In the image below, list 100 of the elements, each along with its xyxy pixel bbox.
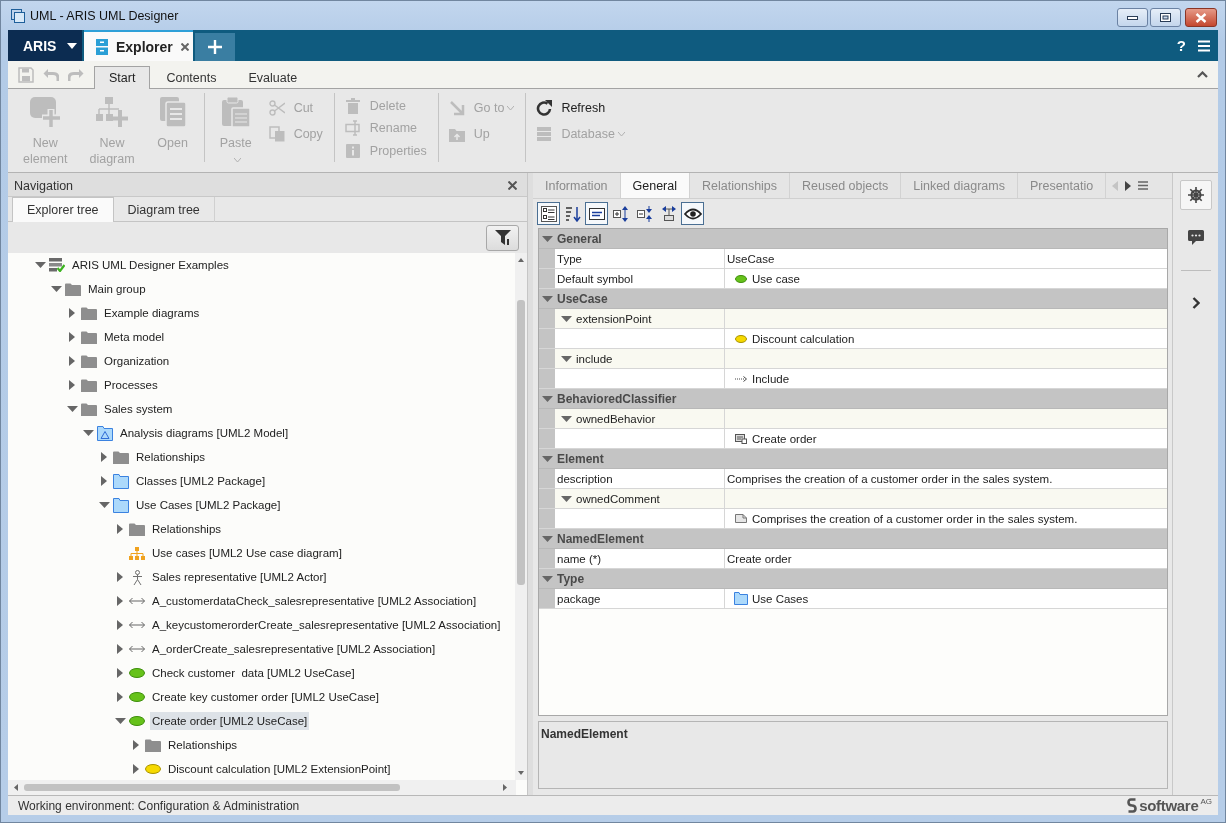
caret-right-icon[interactable] bbox=[117, 620, 123, 630]
section-header[interactable]: Type bbox=[539, 569, 1167, 589]
properties-tab[interactable]: General bbox=[620, 173, 690, 198]
caret-right-icon[interactable] bbox=[117, 692, 123, 702]
tree-item[interactable]: Analysis diagrams [UML2 Model] bbox=[118, 424, 291, 442]
caret-down-icon[interactable] bbox=[542, 235, 553, 242]
filter-button[interactable] bbox=[486, 224, 519, 251]
caret-right-icon[interactable] bbox=[117, 644, 123, 654]
section-header[interactable]: NamedElement bbox=[539, 529, 1167, 549]
caret-down-icon[interactable] bbox=[34, 262, 46, 268]
property-value[interactable]: Comprises the creation of a customer order in the sales system. bbox=[727, 472, 1053, 485]
tree-item[interactable]: Classes [UML2 Package] bbox=[134, 472, 268, 490]
trash-icon bbox=[344, 98, 361, 115]
section-header[interactable]: BehavioredClassifier bbox=[539, 389, 1167, 409]
caret-down-icon[interactable] bbox=[542, 395, 553, 402]
tree-item[interactable]: Example diagrams bbox=[102, 304, 202, 322]
caret-right-icon[interactable] bbox=[117, 572, 123, 582]
minimize-button[interactable] bbox=[1117, 8, 1148, 27]
caret-right-icon[interactable] bbox=[101, 476, 107, 486]
app-tab[interactable]: Explorer bbox=[84, 30, 193, 61]
caret-down-icon[interactable] bbox=[98, 502, 110, 508]
tree-item[interactable]: Sales representative [UML2 Actor] bbox=[150, 568, 329, 586]
caret-up-icon[interactable] bbox=[1197, 71, 1208, 78]
tree-item[interactable]: Create order [UML2 UseCase] bbox=[150, 712, 310, 730]
tree-item[interactable]: Meta model bbox=[102, 328, 167, 346]
vertical-scrollbar[interactable] bbox=[515, 253, 527, 780]
folder-icon bbox=[113, 450, 129, 464]
caret-down-icon[interactable] bbox=[542, 535, 553, 542]
close-button[interactable] bbox=[1185, 8, 1217, 27]
caret-down-icon[interactable] bbox=[82, 430, 94, 436]
property-value[interactable]: Comprises the creation of a customer order in the sales system. bbox=[752, 512, 1078, 525]
tree-item[interactable]: Sales system bbox=[102, 400, 175, 418]
caret-right-icon[interactable] bbox=[133, 740, 139, 750]
caret-down-icon[interactable] bbox=[66, 406, 78, 412]
tree-item[interactable]: ARIS UML Designer Examples bbox=[70, 256, 231, 274]
tree-item[interactable]: Relationships bbox=[166, 736, 240, 754]
tree-item[interactable]: Processes bbox=[102, 376, 160, 394]
tree-item[interactable]: Organization bbox=[102, 352, 172, 370]
property-value[interactable]: UseCase bbox=[727, 252, 775, 265]
tree-item[interactable]: Main group bbox=[86, 280, 148, 298]
plus-icon bbox=[208, 40, 222, 54]
product-menu-button[interactable]: ARIS bbox=[8, 30, 82, 61]
tree-item[interactable]: A_keycustomerorderCreate_salesrepresentative [UML2 Association] bbox=[150, 616, 503, 634]
ribbon-tab[interactable]: Contents bbox=[150, 66, 233, 89]
tree-item[interactable]: Use Cases [UML2 Package] bbox=[134, 496, 283, 514]
refresh-button[interactable]: Refresh bbox=[530, 95, 632, 121]
caret-down-icon[interactable] bbox=[50, 286, 62, 292]
property-value[interactable]: Use case bbox=[752, 272, 800, 285]
caret-down-icon[interactable] bbox=[561, 355, 572, 362]
categorized-button[interactable] bbox=[537, 202, 560, 225]
property-value[interactable]: Discount calculation bbox=[752, 332, 855, 345]
caret-right-icon[interactable] bbox=[69, 380, 75, 390]
caret-down-icon bbox=[67, 42, 78, 49]
property-value[interactable]: Use Cases bbox=[752, 592, 809, 605]
section-header[interactable]: UseCase bbox=[539, 289, 1167, 309]
close-icon[interactable] bbox=[180, 42, 189, 51]
caret-right-icon[interactable] bbox=[133, 764, 139, 774]
cabinet-icon bbox=[96, 38, 108, 55]
property-value[interactable]: Create order bbox=[727, 552, 792, 565]
wheel-button[interactable] bbox=[1179, 180, 1212, 210]
caret-right-icon[interactable] bbox=[117, 668, 123, 678]
ribbon-tab[interactable]: Start bbox=[94, 66, 151, 89]
caret-right-icon[interactable] bbox=[117, 596, 123, 606]
caret-down-icon[interactable] bbox=[561, 495, 572, 502]
tree-item[interactable]: Relationships bbox=[150, 520, 224, 538]
preview-button[interactable] bbox=[681, 202, 704, 225]
caret-right-icon[interactable] bbox=[69, 308, 75, 318]
caret-down-icon[interactable] bbox=[561, 315, 572, 322]
chevron-right-icon[interactable] bbox=[1191, 297, 1200, 309]
panel-tab[interactable]: Explorer tree bbox=[12, 197, 114, 222]
caret-right-icon[interactable] bbox=[1125, 180, 1132, 191]
caret-down-icon[interactable] bbox=[542, 295, 553, 302]
close-icon[interactable] bbox=[508, 181, 517, 190]
help-button[interactable]: ? bbox=[1170, 30, 1192, 61]
description-button[interactable] bbox=[585, 202, 608, 225]
caret-down-icon[interactable] bbox=[542, 575, 553, 582]
add-tab-button[interactable] bbox=[195, 33, 235, 61]
caret-down-icon[interactable] bbox=[542, 455, 553, 462]
caret-right-icon[interactable] bbox=[101, 452, 107, 462]
tree-item[interactable]: Discount calculation [UML2 ExtensionPoint] bbox=[166, 760, 393, 778]
section-header[interactable]: Element bbox=[539, 449, 1167, 469]
tree-item[interactable]: Relationships bbox=[134, 448, 208, 466]
tree-item[interactable]: Create key customer order [UML2 UseCase] bbox=[150, 688, 381, 706]
tree-item[interactable]: A_customerdataCheck_salesrepresentative [UML2 Association] bbox=[150, 592, 479, 610]
horizontal-scrollbar[interactable] bbox=[8, 780, 516, 795]
tree-item[interactable]: Check customer data [UML2 UseCase] bbox=[150, 664, 357, 682]
caret-down-icon[interactable] bbox=[114, 718, 126, 724]
maximize-button[interactable] bbox=[1150, 8, 1181, 27]
caret-right-icon[interactable] bbox=[69, 332, 75, 342]
property-name: include bbox=[576, 352, 613, 365]
caret-down-icon[interactable] bbox=[561, 415, 572, 422]
tree-item[interactable]: A_orderCreate_salesrepresentative [UML2 Association] bbox=[150, 640, 438, 658]
section-header[interactable]: General bbox=[539, 229, 1167, 249]
list-icon[interactable] bbox=[1138, 181, 1149, 190]
caret-right-icon[interactable] bbox=[69, 356, 75, 366]
tree-item[interactable]: Use cases [UML2 Use case diagram] bbox=[150, 544, 344, 562]
property-value[interactable]: Include bbox=[752, 372, 790, 385]
caret-right-icon[interactable] bbox=[117, 524, 123, 534]
ribbon-tab[interactable]: Evaluate bbox=[232, 66, 314, 89]
property-value[interactable]: Create order bbox=[752, 432, 817, 445]
